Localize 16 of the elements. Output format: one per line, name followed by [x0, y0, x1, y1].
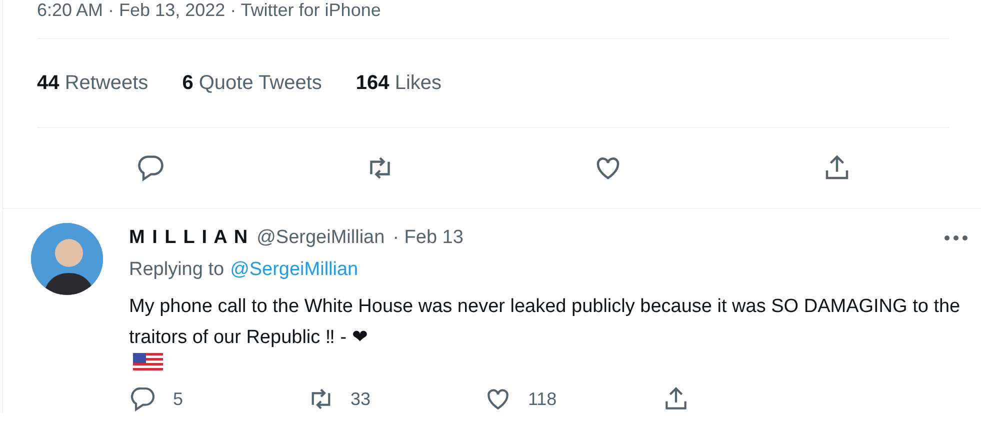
reply-icon[interactable]	[129, 385, 157, 413]
display-name[interactable]: M I L L I A N	[129, 227, 249, 249]
action-count: 5	[173, 388, 184, 410]
tweet-date[interactable]: · Feb 13	[392, 227, 464, 249]
stat-link[interactable]: 164 Likes	[356, 72, 442, 94]
stat-link[interactable]: 6 Quote Tweets	[182, 72, 322, 94]
flag-icon	[133, 353, 163, 373]
reply-icon[interactable]	[136, 153, 166, 183]
tweet-timestamp: 6:20 AM · Feb 13, 2022 · Twitter for iPhone	[37, 0, 381, 21]
action-count: 33	[350, 388, 371, 410]
stat-link[interactable]: 44 Retweets	[37, 72, 148, 94]
tweet-text: My phone call to the White House was never leaked publicly because it was SO DAMAGING to the traitors of our Republic ‼ - ❤	[129, 295, 962, 350]
action-count: 118	[528, 388, 557, 410]
user-handle[interactable]: @SergeiMillian	[256, 227, 385, 249]
more-icon[interactable]	[943, 234, 969, 242]
replying-label: Replying to	[129, 259, 224, 281]
